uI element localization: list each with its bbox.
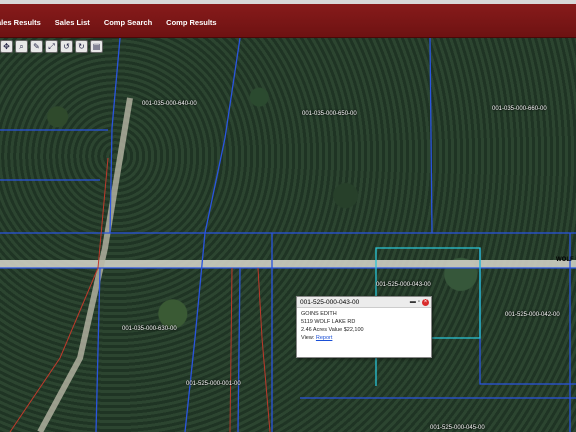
parcel-label[interactable]: 001-525-000-045-00 (430, 425, 485, 431)
property-address: 5119 WOLF LAKE RD (301, 319, 356, 325)
popup-body: GOINS EDITH 5119 WOLF LAKE RD 2.46 Acres… (297, 308, 431, 344)
header-top-edge (0, 0, 576, 4)
parcel-label[interactable]: 001-525-000-043-00 (376, 282, 431, 288)
measure-icon[interactable]: ✎ (30, 40, 43, 53)
zoom-icon[interactable]: ⌕ (15, 40, 28, 53)
print-icon[interactable]: ▤ (90, 40, 103, 53)
nav-comp-search[interactable]: Comp Search (104, 18, 152, 27)
nav-comp-results[interactable]: Comp Results (166, 18, 216, 27)
parcel-popup: 001-525-000-043-00 ▬ ▫ × GOINS EDITH 511… (296, 296, 432, 358)
nav-sales-results[interactable]: ales Results (0, 18, 41, 27)
main-nav: ales Results Sales List Comp Search Comp… (0, 18, 231, 27)
popup-title: 001-525-000-043-00 (300, 298, 360, 306)
next-extent-icon[interactable]: ↻ (75, 40, 88, 53)
view-label: View: (301, 335, 315, 341)
road-label: WOLF (556, 257, 574, 263)
full-extent-icon[interactable]: ⤢ (45, 40, 58, 53)
view-row: View: Report (301, 334, 427, 342)
parcel-label[interactable]: 001-525-000-001-00 (186, 381, 241, 387)
parcel-label[interactable]: 001-035-000-630-00 (122, 326, 177, 332)
parcel-label[interactable]: 001-525-000-042-00 (505, 312, 560, 318)
acres-value: 2.46 Acres Value $22,100 (301, 327, 364, 333)
pan-icon[interactable]: ✥ (0, 40, 13, 53)
popup-header: 001-525-000-043-00 ▬ ▫ × (297, 297, 431, 308)
report-link[interactable]: Report (316, 335, 333, 341)
owner-name: GOINS EDITH (301, 311, 337, 317)
parcel-label[interactable]: 001-035-000-640-00 (142, 101, 197, 107)
previous-extent-icon[interactable]: ↺ (60, 40, 73, 53)
parcel-label[interactable]: 001-035-000-660-00 (492, 106, 547, 112)
nav-sales-list[interactable]: Sales List (55, 18, 90, 27)
popup-controls: ▬ ▫ × (410, 298, 429, 306)
maximize-icon[interactable]: ▫ (418, 299, 420, 305)
close-icon[interactable]: × (422, 298, 429, 306)
parcel-label[interactable]: 001-035-000-650-00 (302, 111, 357, 117)
map-toolbar: ✥ ⌕ ✎ ⤢ ↺ ↻ ▤ (0, 40, 103, 56)
app-header: ales Results Sales List Comp Search Comp… (0, 0, 576, 38)
parcel-lines-layer (0, 38, 576, 432)
minimize-icon[interactable]: ▬ (410, 299, 416, 305)
